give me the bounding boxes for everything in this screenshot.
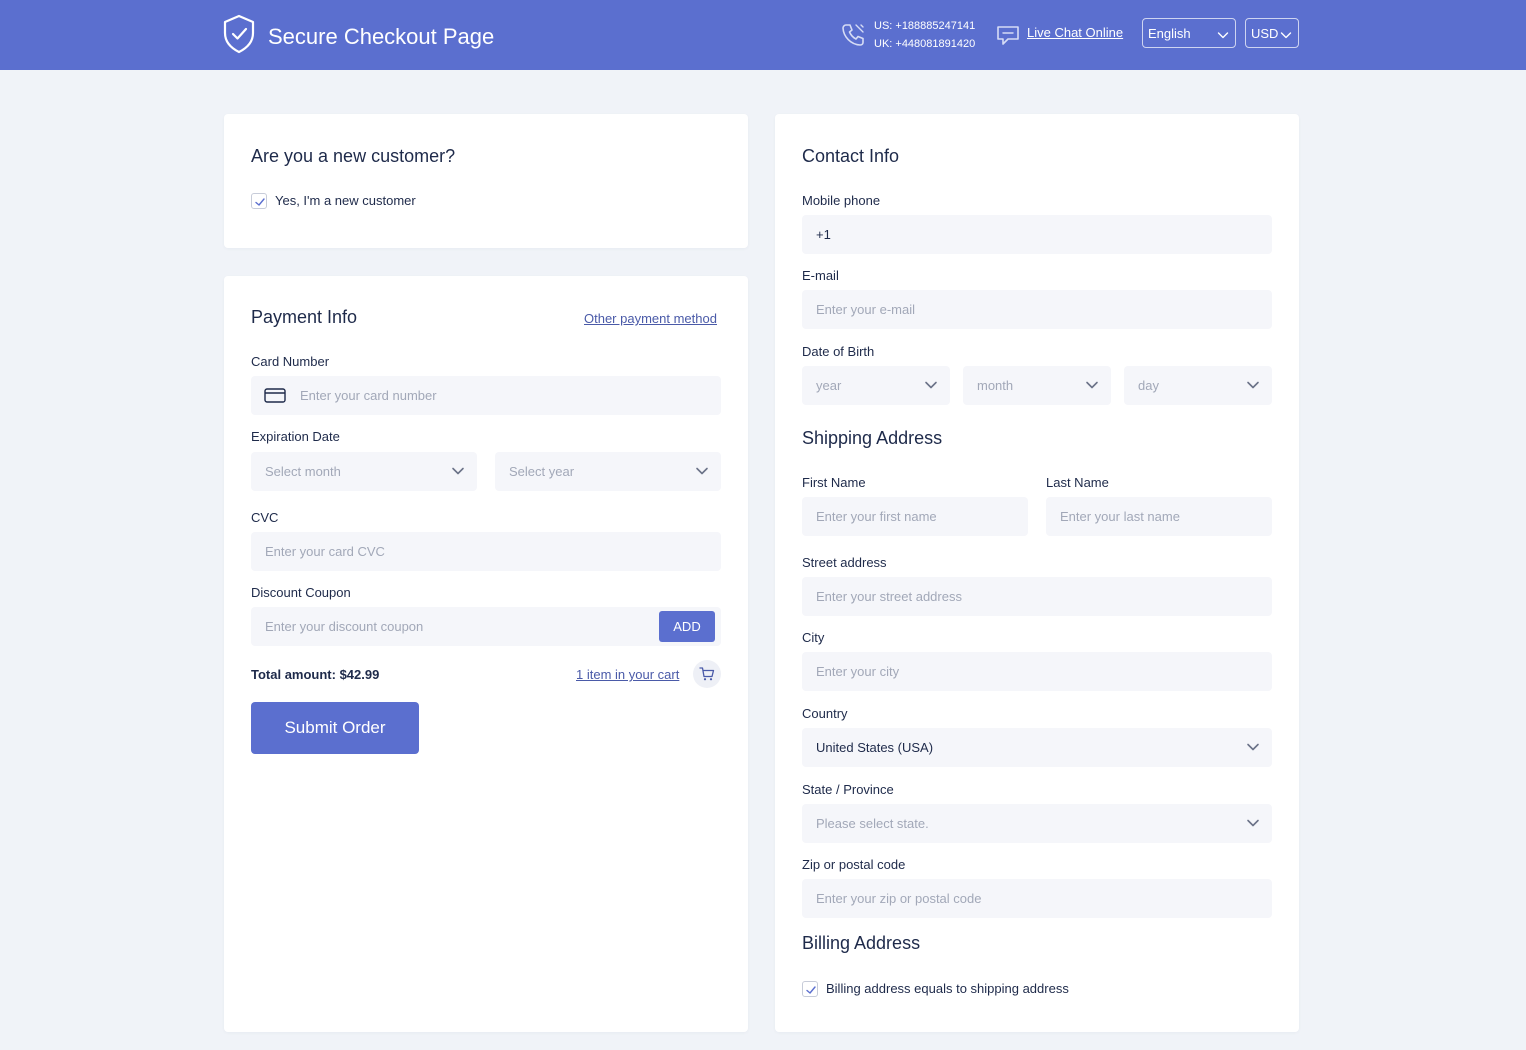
dob-year-select[interactable]: year	[802, 366, 950, 405]
submit-order-button[interactable]: Submit Order	[251, 702, 419, 754]
email-placeholder: Enter your e-mail	[816, 302, 915, 317]
cvc-placeholder: Enter your card CVC	[265, 544, 385, 559]
brand: Secure Checkout Page	[222, 14, 494, 59]
currency-value: USD	[1251, 25, 1279, 41]
card-number-input[interactable]: Enter your card number	[251, 376, 721, 415]
first-name-input[interactable]: Enter your first name	[802, 497, 1028, 536]
dob-label: Date of Birth	[802, 344, 875, 359]
first-name-placeholder: Enter your first name	[816, 509, 937, 524]
dob-month-placeholder: month	[977, 378, 1014, 393]
mobile-input[interactable]: +1	[802, 215, 1272, 254]
expiration-year-select[interactable]: Select year	[495, 452, 721, 491]
phone-us: US: +188885247141	[874, 20, 976, 32]
last-name-placeholder: Enter your last name	[1060, 509, 1180, 524]
chevron-down-icon	[1246, 379, 1260, 394]
chat-icon	[996, 24, 1020, 51]
new-customer-label: Yes, I'm a new customer	[275, 193, 416, 208]
state-select[interactable]: Please select state.	[802, 804, 1272, 843]
card-number-placeholder: Enter your card number	[300, 388, 437, 403]
cart-icon[interactable]	[693, 660, 721, 688]
state-label: State / Province	[802, 782, 894, 797]
last-name-input[interactable]: Enter your last name	[1046, 497, 1272, 536]
total-amount: Total amount: $42.99	[251, 667, 380, 682]
other-payment-method-link[interactable]: Other payment method	[584, 311, 717, 326]
chevron-down-icon	[1217, 28, 1229, 43]
shield-check-icon	[222, 14, 256, 59]
chevron-down-icon	[695, 465, 709, 480]
new-customer-checkbox[interactable]	[251, 193, 267, 209]
language-select[interactable]: English	[1142, 18, 1236, 48]
billing-same-checkbox[interactable]	[802, 981, 818, 997]
country-value: United States (USA)	[816, 740, 934, 755]
country-label: Country	[802, 706, 848, 721]
phone-numbers: US: +188885247141 UK: +448081891420	[874, 17, 975, 53]
chevron-down-icon	[1085, 379, 1099, 394]
dob-month-select[interactable]: month	[963, 366, 1111, 405]
contact-title: Contact Info	[802, 146, 900, 166]
city-label: City	[802, 630, 825, 645]
card-number-label: Card Number	[251, 354, 330, 369]
zip-placeholder: Enter your zip or postal code	[816, 891, 982, 906]
credit-card-icon	[264, 388, 286, 408]
state-placeholder: Please select state.	[816, 816, 929, 831]
expiration-month-placeholder: Select month	[265, 464, 341, 479]
billing-same-label: Billing address equals to shipping addre…	[826, 981, 1069, 996]
billing-title: Billing Address	[802, 933, 921, 953]
chevron-down-icon	[451, 465, 465, 480]
payment-title: Payment Info	[251, 307, 358, 327]
city-placeholder: Enter your city	[816, 664, 900, 679]
coupon-input[interactable]: Enter your discount coupon	[251, 607, 721, 646]
new-customer-title: Are you a new customer?	[251, 146, 456, 166]
add-coupon-button[interactable]: ADD	[659, 611, 715, 642]
shipping-title: Shipping Address	[802, 428, 943, 448]
first-name-label: First Name	[802, 475, 866, 490]
last-name-label: Last Name	[1046, 475, 1109, 490]
zip-label: Zip or postal code	[802, 857, 906, 872]
expiration-month-select[interactable]: Select month	[251, 452, 477, 491]
chevron-down-icon	[924, 379, 938, 394]
chevron-down-icon	[1280, 28, 1292, 43]
dob-day-select[interactable]: day	[1124, 366, 1272, 405]
street-label: Street address	[802, 555, 887, 570]
city-input[interactable]: Enter your city	[802, 652, 1272, 691]
cvc-label: CVC	[251, 510, 279, 525]
chevron-down-icon	[1246, 817, 1260, 832]
zip-input[interactable]: Enter your zip or postal code	[802, 879, 1272, 918]
check-icon	[255, 198, 265, 206]
mobile-value: +1	[816, 227, 831, 242]
new-customer-card	[224, 114, 748, 248]
coupon-label: Discount Coupon	[251, 585, 351, 600]
check-icon	[806, 986, 816, 994]
chevron-down-icon	[1246, 741, 1260, 756]
street-input[interactable]: Enter your street address	[802, 577, 1272, 616]
coupon-placeholder: Enter your discount coupon	[265, 619, 424, 634]
mobile-label: Mobile phone	[802, 193, 881, 208]
cvc-input[interactable]: Enter your card CVC	[251, 532, 721, 571]
expiration-label: Expiration Date	[251, 429, 340, 444]
expiration-year-placeholder: Select year	[509, 464, 575, 479]
page-title: Secure Checkout Page	[268, 23, 495, 49]
cart-link[interactable]: 1 item in your cart	[576, 667, 679, 682]
currency-select[interactable]: USD	[1245, 18, 1299, 48]
phone-uk: UK: +448081891420	[874, 38, 976, 50]
email-label: E-mail	[802, 268, 839, 283]
language-value: English	[1148, 25, 1191, 41]
street-placeholder: Enter your street address	[816, 589, 962, 604]
dob-year-placeholder: year	[816, 378, 842, 393]
country-select[interactable]: United States (USA)	[802, 728, 1272, 767]
phone-icon	[840, 22, 866, 53]
live-chat-link[interactable]: Live Chat Online	[1027, 25, 1123, 40]
email-input[interactable]: Enter your e-mail	[802, 290, 1272, 329]
dob-day-placeholder: day	[1138, 378, 1159, 393]
top-header: Secure Checkout Page US: +188885247141 U…	[0, 0, 1526, 70]
